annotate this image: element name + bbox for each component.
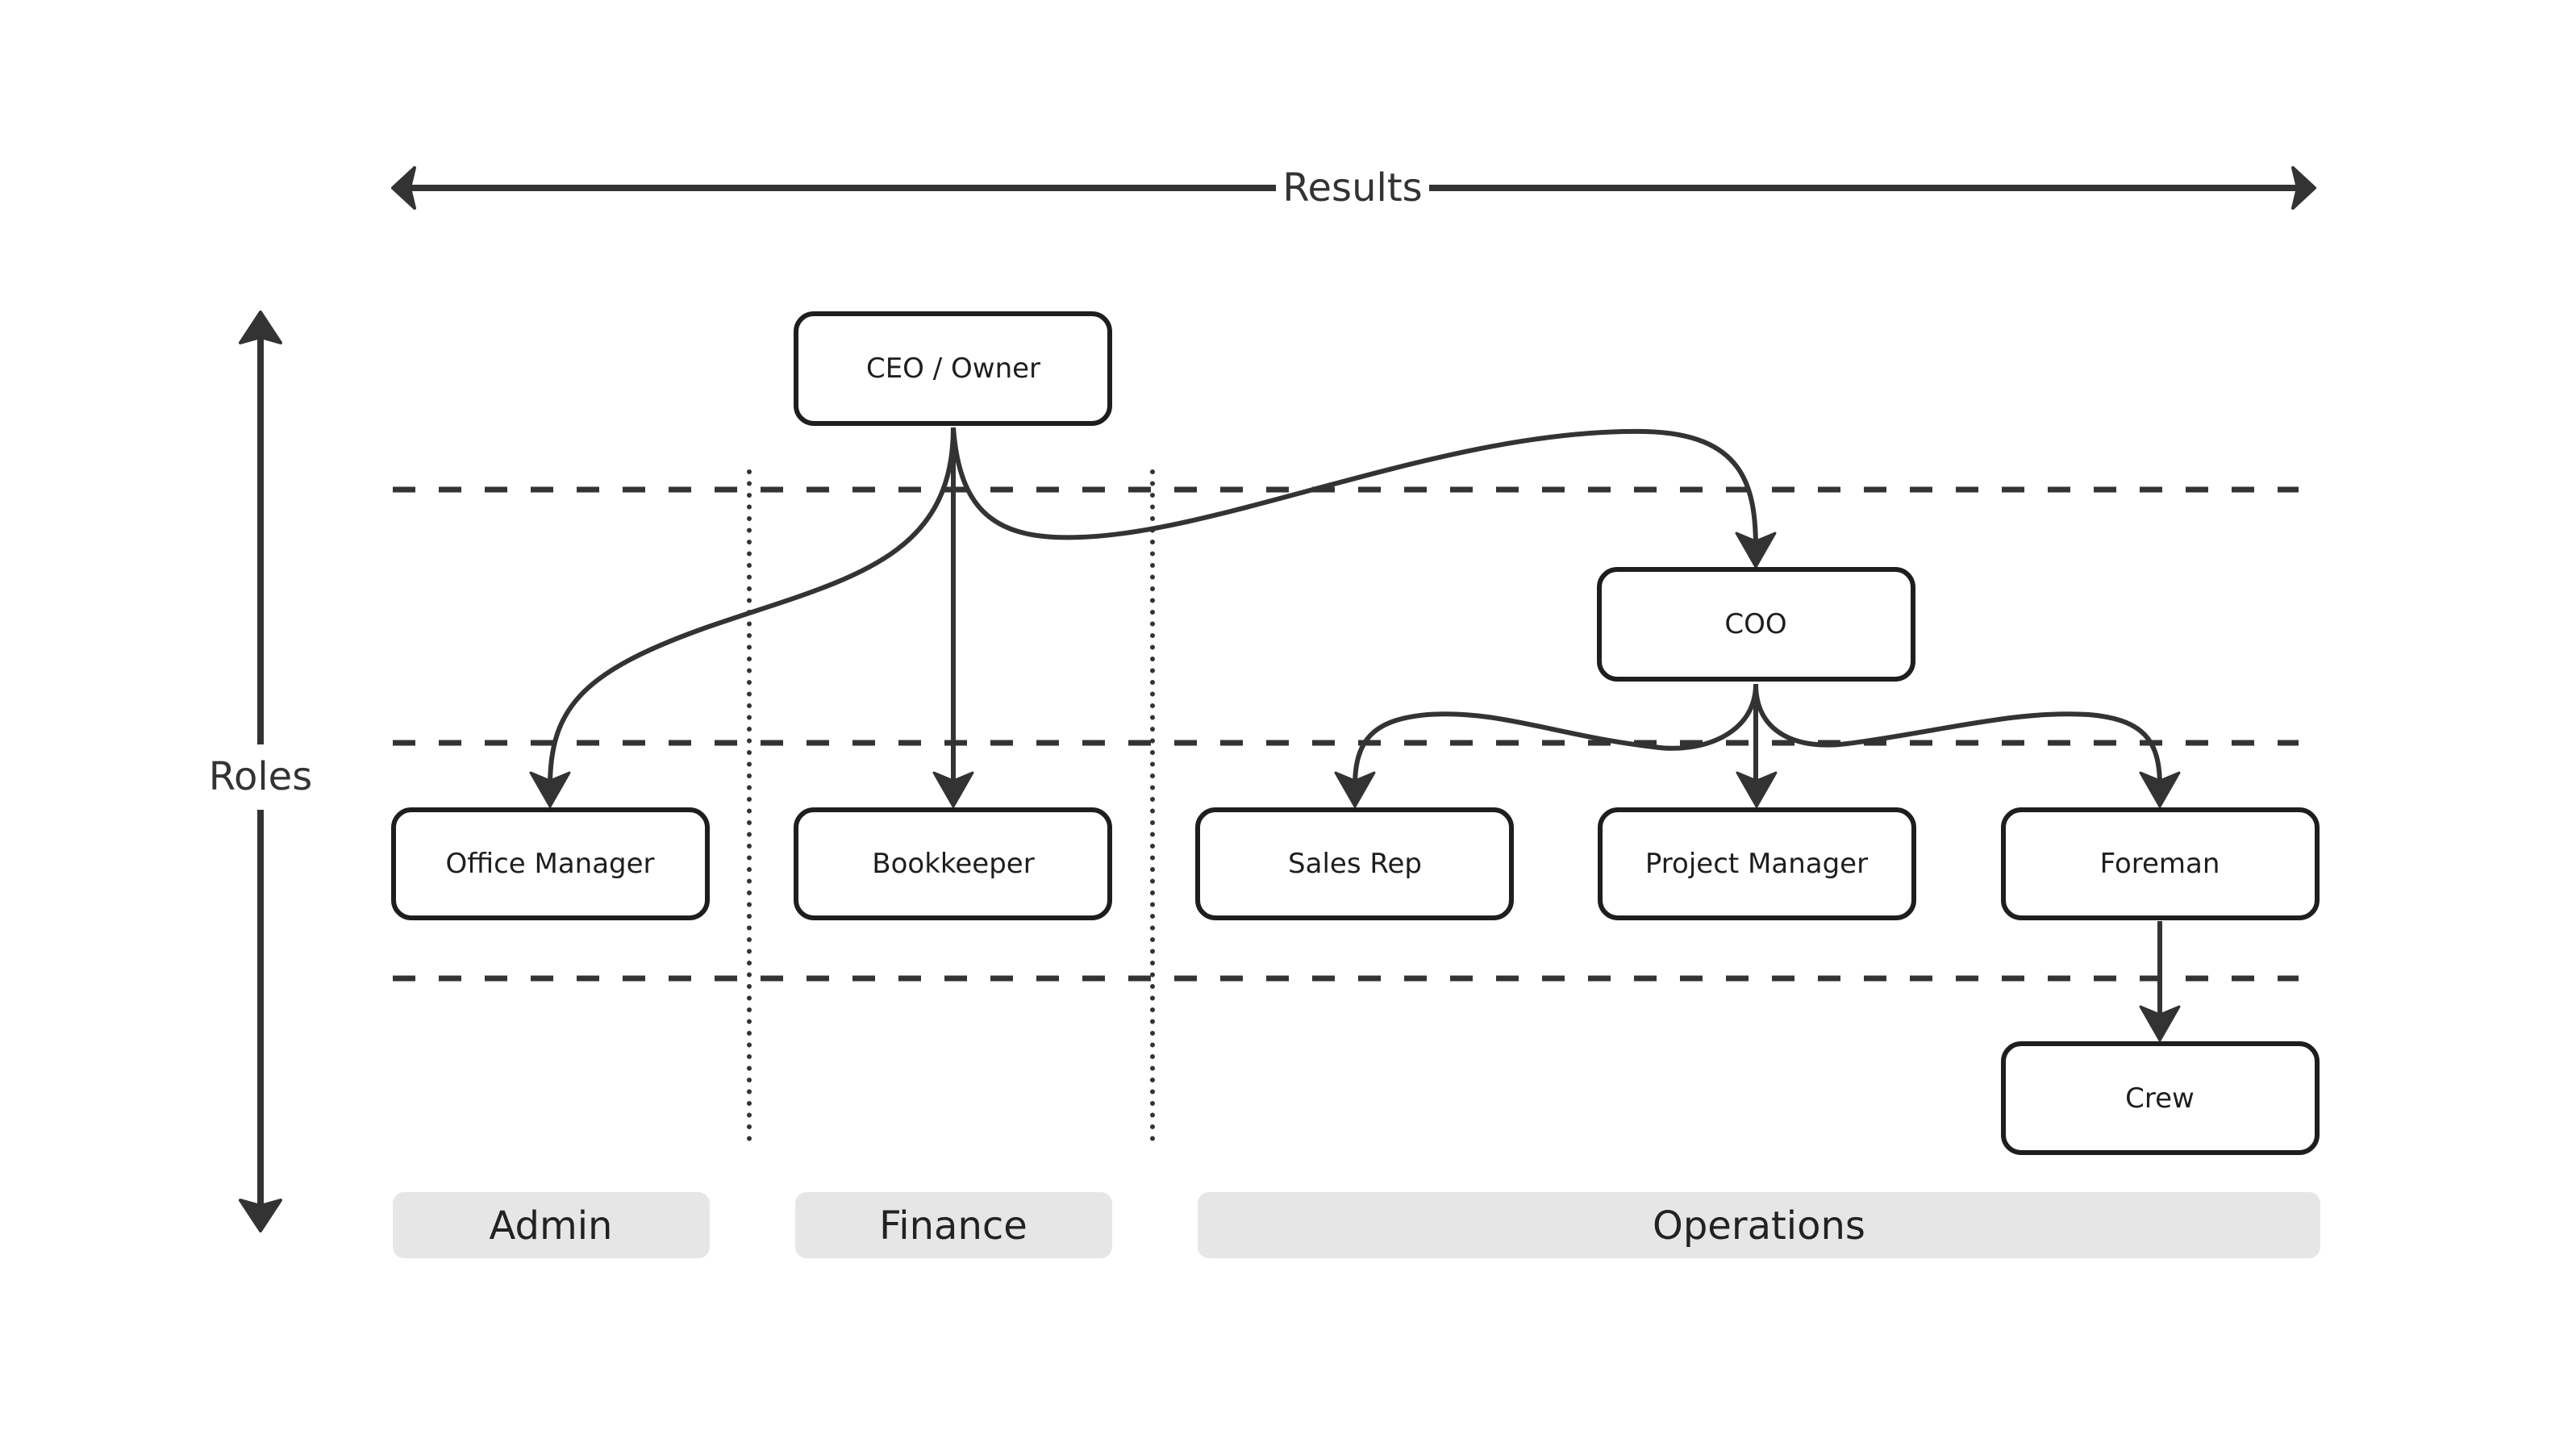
department-operations: Operations [1198,1192,2320,1258]
connector-coo-to-foreman [1753,683,2162,787]
arrow-right-icon [2291,166,2316,210]
role-label-crew: Crew [2125,1082,2195,1115]
results-axis: Results [391,165,2316,211]
roles-axis: Roles [209,311,312,1232]
arrow-up-icon [239,311,282,344]
department-label-admin: Admin [490,1203,613,1249]
role-box-project-manager[interactable]: Project Manager [1598,807,1916,920]
role-label-foreman: Foreman [2100,848,2220,880]
role-label-coo: COO [1724,608,1786,640]
department-label-operations: Operations [1653,1203,1865,1249]
connector-coo-to-sales-rep [1353,683,1758,787]
department-finance: Finance [795,1192,1112,1258]
department-admin: Admin [393,1192,710,1258]
org-chart-diagram: Results Roles CEO / Owner COO Office Man… [209,165,2320,1258]
role-label-office-manager: Office Manager [445,848,654,880]
results-axis-label: Results [1282,165,1422,211]
department-label-finance: Finance [879,1203,1027,1249]
role-box-crew[interactable]: Crew [2001,1041,2320,1155]
role-box-bookkeeper[interactable]: Bookkeeper [794,807,1112,920]
role-box-coo[interactable]: COO [1597,567,1915,682]
role-box-foreman[interactable]: Foreman [2001,807,2320,920]
reporting-connectors [529,427,2181,1042]
role-box-office-manager[interactable]: Office Manager [391,807,710,920]
arrow-down-icon [239,1199,282,1232]
roles-axis-label: Roles [209,754,312,799]
arrow-left-icon [391,166,416,210]
connector-ceo-to-office-manager [548,427,956,787]
role-label-ceo: CEO / Owner [866,352,1040,385]
role-label-bookkeeper: Bookkeeper [872,848,1034,880]
role-label-project-manager: Project Manager [1645,848,1868,880]
role-label-sales-rep: Sales Rep [1288,848,1422,880]
role-box-ceo[interactable]: CEO / Owner [794,311,1112,426]
role-box-sales-rep[interactable]: Sales Rep [1195,807,1514,920]
